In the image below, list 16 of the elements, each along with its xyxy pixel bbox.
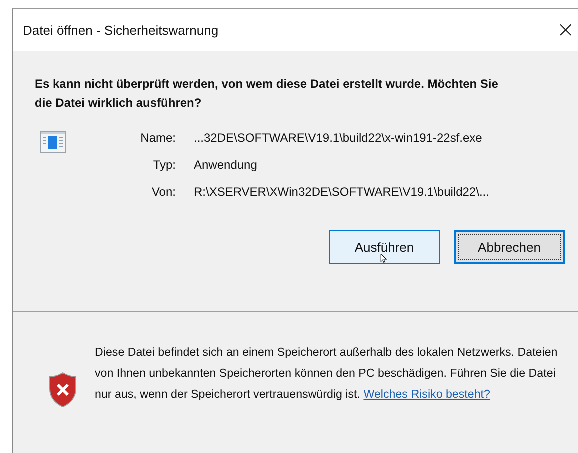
window-title: Datei öffnen - Sicherheitswarnung	[23, 22, 219, 38]
run-button[interactable]: Ausführen	[329, 230, 440, 264]
warning-heading: Es kann nicht überprüft werden, von wem diese Datei erstellt wurde. Möchten Sie die Datei wirklich ausführen?	[35, 76, 500, 112]
field-label: Typ:	[152, 158, 176, 172]
field-value: ...32DE\SOFTWARE\V19.1\build22\x-win191-22sf.exe	[194, 131, 484, 145]
close-button[interactable]: ×	[550, 18, 578, 42]
warning-text: Diese Datei befindet sich an einem Speicherort außerhalb des lokalen Netzwerks. Dateien von Ihnen unbekannten Speicherorten können den PC beschädigen. Führen Sie die Datei nur aus, wenn der Speicherort vertrauenswürdig ist. Welches Risiko besteht?	[95, 345, 559, 403]
mouse-cursor-icon	[380, 254, 388, 264]
application-icon	[40, 131, 66, 153]
risk-link[interactable]: Welches Risiko besteht?	[364, 388, 490, 401]
field-label: Von:	[150, 185, 176, 199]
shield-error-icon	[49, 372, 77, 408]
field-value: Anwendung	[194, 158, 258, 172]
cancel-button[interactable]: Abbrechen	[454, 230, 565, 264]
field-label: Name:	[140, 131, 176, 145]
field-value: R:\XSERVER\XWin32DE\SOFTWARE\V19.1\build22\...	[194, 185, 490, 199]
